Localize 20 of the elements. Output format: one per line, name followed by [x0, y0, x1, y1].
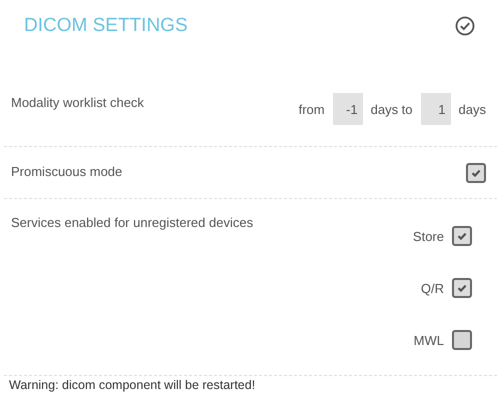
days-to-field[interactable]: 1	[420, 93, 451, 125]
setting-label: Services enabled for unregistered devices	[10, 215, 254, 230]
days-from-field[interactable]: -1	[332, 93, 363, 125]
check-circle-icon[interactable]	[455, 16, 475, 36]
panel-title: DICOM SETTINGS	[24, 15, 188, 37]
warning-text: Warning: dicom component will be restarted!	[8, 378, 256, 392]
range-label: days to	[370, 102, 413, 116]
checkbox[interactable]	[452, 330, 472, 350]
setting-label: Promiscuous mode	[10, 164, 122, 178]
checkmark-icon	[456, 282, 468, 294]
range-label: days	[458, 102, 486, 116]
checkbox[interactable]	[452, 278, 472, 298]
checkbox[interactable]	[466, 162, 486, 182]
setting-label: Modality worklist check	[10, 95, 144, 112]
option-label: Store	[412, 228, 444, 244]
option-label: Q/R	[420, 280, 444, 296]
range-label: from	[298, 102, 325, 116]
option-label: MWL	[414, 332, 444, 348]
checkmark-icon	[456, 230, 468, 242]
checkbox[interactable]	[452, 226, 472, 246]
